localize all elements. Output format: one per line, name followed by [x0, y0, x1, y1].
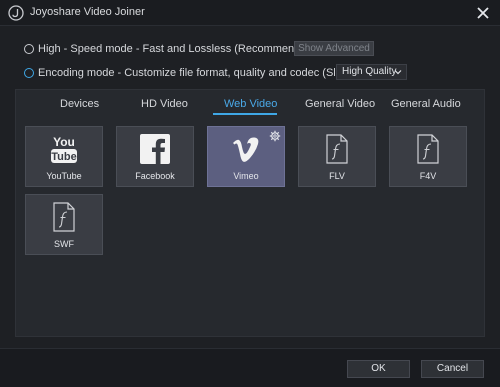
tab-devices[interactable]: Devices	[60, 98, 99, 110]
ok-button[interactable]: OK	[347, 360, 410, 378]
chevron-down-icon	[394, 70, 402, 75]
format-label-swf: SWF	[54, 239, 74, 249]
format-label-f4v: F4V	[419, 171, 437, 181]
youtube-icon: You Tube	[51, 135, 77, 163]
high-speed-mode-option[interactable]: High - Speed mode - Fast and Lossless (R…	[24, 43, 316, 55]
format-tile-swf[interactable]: SWF	[25, 194, 103, 255]
high-speed-radio[interactable]	[24, 44, 34, 54]
facebook-icon	[140, 134, 170, 164]
format-panel: Devices HD Video Web Video General Video…	[15, 89, 485, 337]
quality-select-value: High Quality	[342, 66, 397, 77]
format-tabs: Devices HD Video Web Video General Video…	[16, 90, 484, 116]
joyoshare-logo-icon	[8, 5, 24, 21]
format-label-facebook: Facebook	[135, 171, 175, 181]
format-tile-vimeo[interactable]: Vimeo	[207, 126, 285, 187]
vimeo-icon	[233, 137, 259, 162]
format-tile-facebook[interactable]: Facebook	[116, 126, 194, 187]
tab-general-audio[interactable]: General Audio	[391, 98, 461, 110]
flash-file-icon	[53, 202, 75, 232]
encoding-mode-radio[interactable]	[24, 68, 34, 78]
svg-text:You: You	[53, 135, 75, 149]
quality-select[interactable]: High Quality	[336, 64, 407, 80]
close-icon[interactable]	[474, 4, 492, 22]
tab-hd-video[interactable]: HD Video	[141, 98, 188, 110]
window-title: Joyoshare Video Joiner	[30, 6, 145, 18]
format-tile-youtube[interactable]: You Tube YouTube	[25, 126, 103, 187]
active-tab-indicator	[213, 113, 277, 115]
flash-file-icon	[326, 134, 348, 164]
high-speed-mode-label: High - Speed mode - Fast and Lossless (R…	[38, 43, 317, 55]
format-label-flv: FLV	[329, 171, 345, 181]
title-bar: Joyoshare Video Joiner	[0, 0, 500, 26]
tab-web-video[interactable]: Web Video	[224, 98, 277, 110]
format-tile-flv[interactable]: FLV	[298, 126, 376, 187]
gear-icon[interactable]	[269, 130, 281, 142]
encoding-mode-label: Encoding mode - Customize file format, q…	[38, 67, 354, 79]
svg-text:Tube: Tube	[51, 151, 76, 163]
dialog-footer: OK Cancel	[0, 348, 500, 387]
flash-file-icon	[417, 134, 439, 164]
format-tile-f4v[interactable]: F4V	[389, 126, 467, 187]
cancel-button[interactable]: Cancel	[421, 360, 484, 378]
tab-general-video[interactable]: General Video	[305, 98, 375, 110]
encoding-mode-option[interactable]: Encoding mode - Customize file format, q…	[24, 67, 353, 79]
format-label-youtube: YouTube	[46, 171, 82, 181]
format-label-vimeo: Vimeo	[233, 171, 259, 181]
show-advanced-button[interactable]: Show Advanced	[294, 41, 374, 56]
